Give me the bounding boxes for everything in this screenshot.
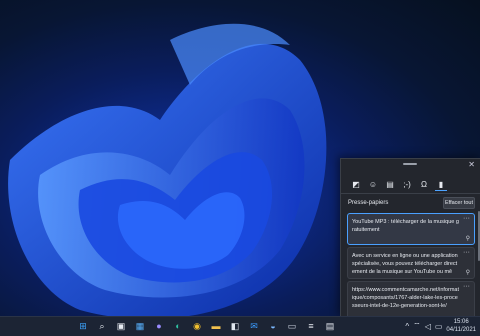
task-view-icon[interactable]: ▣ [114, 319, 128, 333]
mixer-icon[interactable]: ≡ [304, 319, 318, 333]
close-icon[interactable]: ✕ [468, 160, 475, 169]
terminal-icon[interactable]: ▭ [285, 319, 299, 333]
search-icon[interactable]: ⌕ [95, 319, 109, 333]
clear-all-button[interactable]: Effacer tout [443, 197, 475, 209]
gif-icon[interactable]: ▤ [384, 178, 396, 190]
taskbar: ⊞ ⌕ ▣ ▦ ● ◐ ◉ ▬ ◧ ✉ ◒ ▭ ≡ ▤ ^ ⌔ ◁ ▭ 15:0… [0, 316, 480, 336]
photos-icon[interactable]: ◒ [266, 319, 280, 333]
more-options-icon[interactable]: ··· [463, 249, 470, 256]
taskbar-apps: ⊞ ⌕ ▣ ▦ ● ◐ ◉ ▬ ◧ ✉ ◒ ▭ ≡ ▤ [76, 319, 337, 333]
system-tray: ^ ⌔ ◁ ▭ 15:06 04/11/2021 [405, 318, 476, 334]
clipboard-item[interactable]: YouTube MP3 : télécharger de la musique … [347, 213, 475, 245]
pin-icon[interactable]: ⚲ [466, 235, 470, 242]
volume-icon[interactable]: ◁ [425, 322, 431, 331]
clock[interactable]: 15:06 04/11/2021 [446, 318, 476, 334]
clipboard-app-icon[interactable]: ▤ [323, 319, 337, 333]
drag-handle[interactable] [403, 163, 417, 165]
wifi-icon[interactable]: ⌔ [413, 321, 421, 331]
clock-time: 15:06 [453, 319, 469, 325]
chevron-up-icon[interactable]: ^ [405, 322, 409, 331]
category-bar: ◩ ☺ ▤ ;-) Ω ▮ [350, 178, 447, 191]
battery-icon[interactable]: ▭ [435, 322, 443, 331]
panel-title: Presse-papiers [348, 200, 389, 206]
kaomoji-icon[interactable]: ;-) [401, 178, 413, 190]
more-options-icon[interactable]: ··· [463, 215, 470, 222]
clipboard-item-text: YouTube MP3 : télécharger de la musique … [352, 219, 459, 233]
start-icon[interactable]: ⊞ [76, 319, 90, 333]
chat-icon[interactable]: ● [152, 319, 166, 333]
mail-icon[interactable]: ✉ [247, 319, 261, 333]
file-explorer-icon[interactable]: ▬ [209, 319, 223, 333]
emoji-icon[interactable]: ☺ [367, 178, 379, 190]
store-icon[interactable]: ◧ [228, 319, 242, 333]
sticker-icon[interactable]: ◩ [350, 178, 362, 190]
edge-icon[interactable]: ◐ [171, 319, 185, 333]
more-options-icon[interactable]: ··· [463, 283, 470, 290]
divider [341, 193, 480, 194]
clipboard-item[interactable]: https://www.commentcamarche.net/informat… [347, 281, 475, 319]
clock-date: 04/11/2021 [446, 327, 476, 333]
clipboard-item-text: https://www.commentcamarche.net/informat… [352, 287, 459, 309]
chrome-icon[interactable]: ◉ [190, 319, 204, 333]
clipboard-item[interactable]: Avec un service en ligne ou une applicat… [347, 247, 475, 279]
clipboard-panel: ✕ ◩ ☺ ▤ ;-) Ω ▮ Presse-papiers Effacer t… [340, 158, 480, 319]
clipboard-item-text: Avec un service en ligne ou une applicat… [352, 253, 458, 275]
clipboard-history-icon[interactable]: ▮ [435, 178, 447, 191]
pin-icon[interactable]: ⚲ [466, 269, 470, 276]
symbols-icon[interactable]: Ω [418, 178, 430, 190]
widgets-icon[interactable]: ▦ [133, 319, 147, 333]
